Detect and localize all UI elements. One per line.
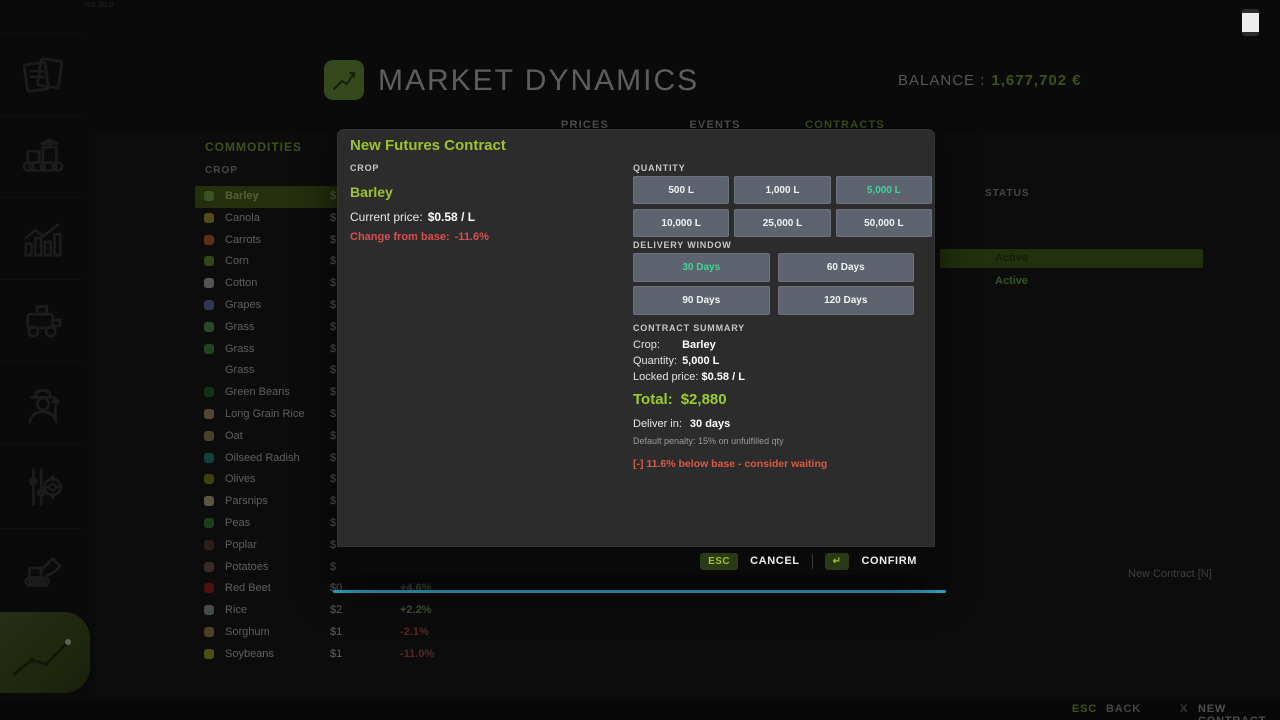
quantity-option-button[interactable]: 25,000 L xyxy=(734,209,830,237)
current-price-line: Current price: $0.58 / L xyxy=(350,210,475,224)
default-penalty-note: Default penalty: 15% on unfulfilled qty xyxy=(633,436,784,446)
dialog-title: New Futures Contract xyxy=(350,137,506,154)
quantity-option-button[interactable]: 1,000 L xyxy=(734,176,830,204)
cancel-button[interactable]: CANCEL xyxy=(750,555,799,567)
summary-row: Crop: Barley xyxy=(633,339,745,355)
selection-indicator-line xyxy=(333,590,946,593)
current-price-label: Current price: xyxy=(350,210,423,224)
total-line: Total: $2,880 xyxy=(633,391,727,408)
current-price-value: $0.58 / L xyxy=(428,210,475,224)
dialog-footer: ESC CANCEL ↵ CONFIRM xyxy=(337,547,935,575)
esc-key-badge: ESC xyxy=(700,553,738,570)
change-label: Change from base: xyxy=(350,231,450,243)
contract-summary-rows: Crop: Barley Quantity: 5,000 L Locked pr… xyxy=(633,339,745,387)
crop-section-label: CROP xyxy=(350,163,379,173)
quantity-option-button[interactable]: 50,000 L xyxy=(836,209,932,237)
phone-status-icon xyxy=(1242,9,1259,36)
quantity-section-label: QUANTITY xyxy=(633,163,685,173)
quantity-option-button[interactable]: 500 L xyxy=(633,176,729,204)
summary-row-label: Crop: xyxy=(633,339,679,351)
selected-crop-name: Barley xyxy=(350,184,393,200)
total-label: Total: xyxy=(633,391,673,408)
delivery-window-section-label: DELIVERY WINDOW xyxy=(633,240,732,250)
summary-row: Quantity: 5,000 L xyxy=(633,355,745,371)
delivery-window-options: 30 Days 60 Days 90 Days 120 Days xyxy=(633,253,914,315)
total-value: $2,880 xyxy=(681,391,727,408)
quantity-option-button[interactable]: 10,000 L xyxy=(633,209,729,237)
quantity-option-button[interactable]: 5,000 L xyxy=(836,176,932,204)
dialog-body: New Futures Contract CROP Barley Current… xyxy=(337,129,935,547)
deliver-in-value: 30 days xyxy=(690,418,730,430)
new-futures-contract-dialog: New Futures Contract CROP Barley Current… xyxy=(337,129,935,575)
deliver-in-label: Deliver in: xyxy=(633,418,682,430)
delivery-window-option-button[interactable]: 120 Days xyxy=(778,286,915,315)
change-from-base-line: Change from base: -11.6% xyxy=(350,231,489,243)
confirm-button[interactable]: CONFIRM xyxy=(861,555,917,567)
summary-row-value: Barley xyxy=(682,339,716,351)
contract-summary-label: CONTRACT SUMMARY xyxy=(633,323,745,333)
delivery-window-option-button[interactable]: 90 Days xyxy=(633,286,770,315)
game-screen: *05.30.0 xyxy=(0,0,1280,720)
summary-row: Locked price: $0.58 / L xyxy=(633,371,745,387)
deliver-in-line: Deliver in: 30 days xyxy=(633,418,730,430)
summary-row-label: Locked price: xyxy=(633,371,698,383)
price-warning-message: [-] 11.6% below base - consider waiting xyxy=(633,458,827,470)
delivery-window-option-button[interactable]: 60 Days xyxy=(778,253,915,282)
enter-key-badge: ↵ xyxy=(825,553,850,570)
quantity-options: 500 L 1,000 L 5,000 L 10,000 L 25,000 L … xyxy=(633,176,932,237)
summary-row-label: Quantity: xyxy=(633,355,679,367)
delivery-window-option-button[interactable]: 30 Days xyxy=(633,253,770,282)
summary-row-value: $0.58 / L xyxy=(702,371,745,383)
divider xyxy=(812,554,813,569)
summary-row-value: 5,000 L xyxy=(682,355,719,367)
change-value: -11.6% xyxy=(455,231,489,243)
